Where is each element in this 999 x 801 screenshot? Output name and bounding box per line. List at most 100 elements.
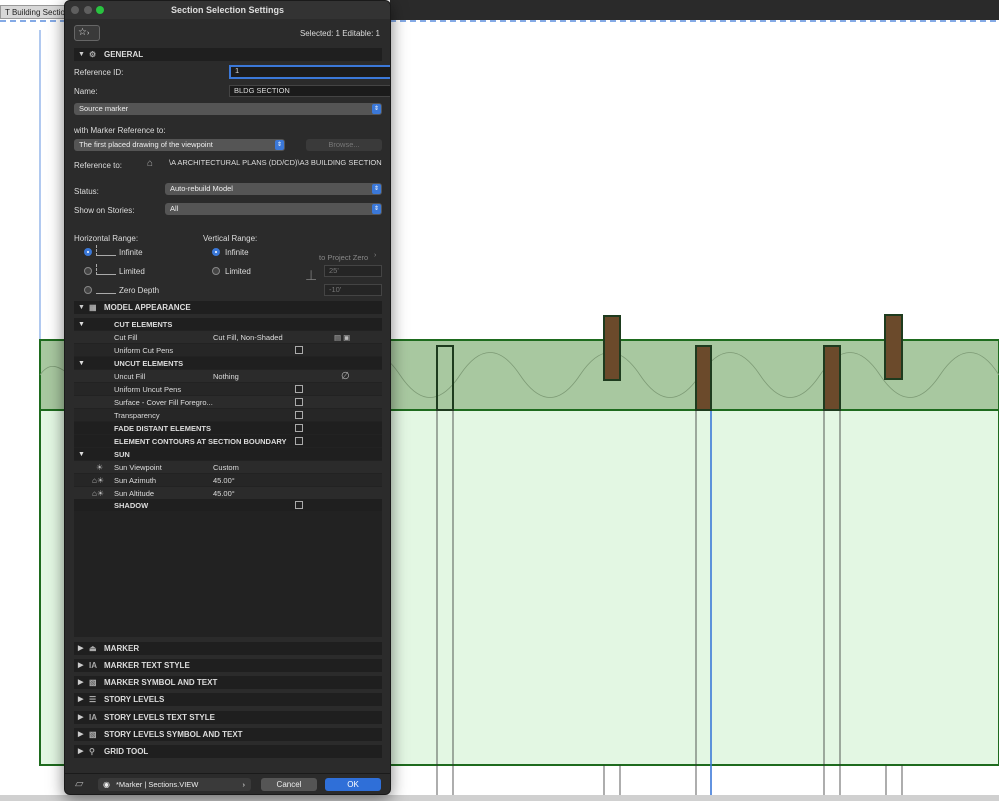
expand-triangle-icon: ▶ <box>78 748 84 755</box>
marker-reference-select[interactable]: The first placed drawing of the viewpoin… <box>74 139 285 151</box>
reference-to-path: \A ARCHITECTURAL PLANS (DD/CD)\A3 BUILDI… <box>165 158 382 170</box>
model-appearance-icon: ▦ <box>89 303 97 312</box>
updown-arrow-icon: ⇕ <box>372 204 381 214</box>
marker-icon: ⏏ <box>89 644 97 653</box>
uncut-fill-row[interactable]: Uncut Fill Nothing ∅ <box>74 370 382 383</box>
story-levels-text-style-panel-header[interactable]: ▶ IA STORY LEVELS TEXT STYLE <box>74 711 382 724</box>
close-button[interactable] <box>71 6 79 14</box>
surface-cover-checkbox[interactable] <box>295 398 303 406</box>
status-bar <box>0 795 999 801</box>
collapse-triangle-icon: ▼ <box>78 51 85 58</box>
view-select[interactable]: ◉ *Marker | Sections.VIEW › <box>98 778 251 791</box>
expand-triangle-icon: ▶ <box>78 645 84 652</box>
expand-triangle-icon: ▶ <box>78 714 84 721</box>
cut-elements-group[interactable]: ▼ CUT ELEMENTS <box>74 318 382 331</box>
updown-arrow-icon: ⇕ <box>372 184 381 194</box>
surface-cover-row[interactable]: Surface - Cover Fill Foregro... <box>74 396 382 409</box>
star-icon: ☆ <box>78 27 87 38</box>
updown-arrow-icon: ⇕ <box>275 140 284 150</box>
expand-triangle-icon: ▶ <box>78 679 84 686</box>
horizontal-zero-depth-radio[interactable] <box>84 286 92 294</box>
uniform-uncut-pens-checkbox[interactable] <box>295 385 303 393</box>
marker-text-style-panel-header[interactable]: ▶ IA MARKER TEXT STYLE <box>74 659 382 672</box>
collapse-triangle-icon: ▼ <box>78 360 85 367</box>
dialog-titlebar: Section Selection Settings <box>65 1 390 19</box>
general-panel-header[interactable]: ▼ ⚙ GENERAL <box>74 48 382 61</box>
transparency-row[interactable]: Transparency <box>74 409 382 422</box>
reference-id-label: Reference ID: <box>74 68 124 77</box>
sun-icon: ☀ <box>96 463 104 472</box>
vertical-infinite-label: Infinite <box>225 248 249 257</box>
sun-viewpoint-row[interactable]: ☀ Sun Viewpoint Custom <box>74 461 382 474</box>
collapse-triangle-icon: ▼ <box>78 451 85 458</box>
model-appearance-panel-header[interactable]: ▼ ▦ MODEL APPEARANCE <box>74 301 382 314</box>
name-input[interactable]: BLDG SECTION <box>229 85 390 97</box>
marker-type-select[interactable]: Source marker ⇕ <box>74 103 382 115</box>
element-contours-row[interactable]: ELEMENT CONTOURS AT SECTION BOUNDARY <box>74 435 382 448</box>
expand-triangle-icon: ▶ <box>78 696 84 703</box>
to-project-zero-label[interactable]: to Project Zero <box>319 253 368 262</box>
vertical-limited-radio[interactable] <box>212 267 220 275</box>
infinite-range-icon <box>96 245 116 256</box>
name-label: Name: <box>74 87 98 96</box>
uniform-cut-pens-checkbox[interactable] <box>295 346 303 354</box>
reference-id-input[interactable]: 1 <box>229 65 390 79</box>
sun-group[interactable]: ▼ SUN <box>74 448 382 461</box>
cancel-button[interactable]: Cancel <box>261 778 317 791</box>
top-level-input[interactable]: 25' <box>324 265 382 277</box>
collapse-triangle-icon: ▼ <box>78 321 85 328</box>
bottom-level-input[interactable]: -10' <box>324 284 382 296</box>
stories-select[interactable]: All ⇕ <box>165 203 382 215</box>
eye-icon: ◉ <box>103 780 110 789</box>
updown-arrow-icon: ⇕ <box>372 104 381 114</box>
zoom-button[interactable] <box>96 6 104 14</box>
marker-panel-header[interactable]: ▶ ⏏ MARKER <box>74 642 382 655</box>
general-settings-icon: ⚙ <box>89 50 97 59</box>
shadow-checkbox[interactable] <box>295 501 303 509</box>
sun-azimuth-row[interactable]: ⌂☀ Sun Azimuth 45.00° <box>74 474 382 487</box>
cut-fill-row[interactable]: Cut Fill Cut Fill, Non-Shaded ▤ ▣ <box>74 331 382 344</box>
horizontal-range-label: Horizontal Range: <box>74 234 139 243</box>
story-levels-panel-header[interactable]: ▶ ☰ STORY LEVELS <box>74 693 382 706</box>
fade-distant-checkbox[interactable] <box>295 424 303 432</box>
horizontal-limited-label: Limited <box>119 267 145 276</box>
fade-distant-row[interactable]: FADE DISTANT ELEMENTS <box>74 422 382 435</box>
horizontal-infinite-radio[interactable] <box>84 248 92 256</box>
story-levels-symbol-panel-header[interactable]: ▶ ▧ STORY LEVELS SYMBOL AND TEXT <box>74 728 382 741</box>
status-select[interactable]: Auto-rebuild Model ⇕ <box>165 183 382 195</box>
dialog-footer: ▱ ◉ *Marker | Sections.VIEW › Cancel OK <box>65 773 390 794</box>
vertical-range-icon: ⊥ <box>305 267 318 283</box>
chevron-right-icon: › <box>242 780 246 789</box>
horizontal-limited-radio[interactable] <box>84 267 92 275</box>
ok-button[interactable]: OK <box>325 778 381 791</box>
cut-fill-icon: ▤ ▣ <box>334 333 351 342</box>
vertical-infinite-radio[interactable] <box>212 248 220 256</box>
minimize-button[interactable] <box>84 6 92 14</box>
marker-reference-label: with Marker Reference to: <box>74 126 166 135</box>
expand-triangle-icon: ▶ <box>78 731 84 738</box>
horizontal-zero-depth-label: Zero Depth <box>119 286 160 295</box>
uniform-cut-pens-row[interactable]: Uniform Cut Pens <box>74 344 382 357</box>
story-levels-icon: ☰ <box>89 695 97 704</box>
uncut-elements-group[interactable]: ▼ UNCUT ELEMENTS <box>74 357 382 370</box>
grid-tool-panel-header[interactable]: ▶ ⚲ GRID TOOL <box>74 745 382 758</box>
floor-plan-icon: ▱ <box>75 778 84 790</box>
symbol-text-icon: ▧ <box>89 678 97 687</box>
browse-button[interactable]: Browse... <box>306 139 382 151</box>
zero-depth-icon <box>96 283 116 294</box>
stories-label: Show on Stories: <box>74 206 135 215</box>
sun-azimuth-icon: ⌂☀ <box>92 476 105 485</box>
dialog-title: Section Selection Settings <box>170 5 285 15</box>
text-style-icon: IA <box>89 713 97 722</box>
vertical-range-label: Vertical Range: <box>203 234 258 243</box>
symbol-text-icon: ▧ <box>89 730 97 739</box>
selection-info: Selected: 1 Editable: 1 <box>299 29 380 38</box>
horizontal-infinite-label: Infinite <box>119 248 143 257</box>
favorites-button[interactable]: ☆› <box>74 25 100 41</box>
element-contours-checkbox[interactable] <box>295 437 303 445</box>
marker-symbol-panel-header[interactable]: ▶ ▧ MARKER SYMBOL AND TEXT <box>74 676 382 689</box>
transparency-checkbox[interactable] <box>295 411 303 419</box>
uniform-uncut-pens-row[interactable]: Uniform Uncut Pens <box>74 383 382 396</box>
collapse-triangle-icon: ▼ <box>78 304 85 311</box>
chevron-right-icon: › <box>374 252 377 259</box>
